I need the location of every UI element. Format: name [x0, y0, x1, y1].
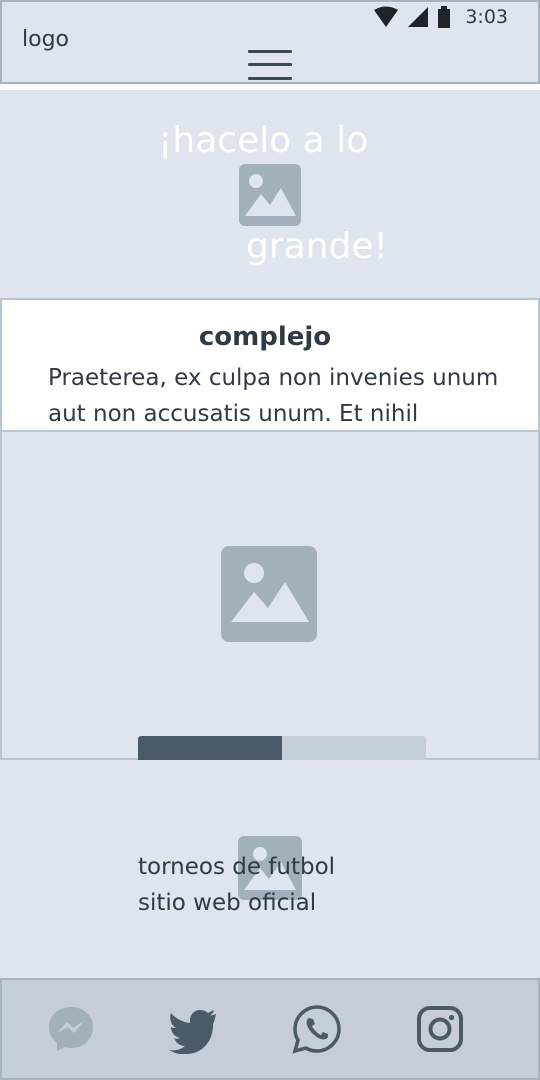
messenger-icon[interactable]: [46, 1004, 96, 1054]
status-bar: 3:03: [373, 6, 508, 28]
card-title: complejo: [198, 322, 332, 352]
card-body: Praeterea, ex culpa non invenies unum au…: [48, 365, 499, 427]
hero-headline-line2: grande!: [246, 226, 388, 267]
image-placeholder-icon: [221, 546, 317, 642]
twitter-icon[interactable]: [168, 1004, 218, 1054]
hero-headline-line1: ¡hacelo a lo: [158, 120, 369, 161]
gallery-progress-bar[interactable]: [138, 736, 426, 760]
signal-icon: [408, 7, 429, 27]
clock: 3:03: [465, 6, 508, 28]
whatsapp-icon[interactable]: [292, 1004, 342, 1054]
info-line-2: sitio web oficial: [138, 890, 317, 916]
battery-icon: [438, 6, 451, 28]
image-placeholder-icon: [239, 164, 301, 226]
info-line-1: torneos de futbol: [138, 854, 336, 880]
wifi-icon: [374, 6, 399, 27]
gallery-progress-fill: [138, 736, 282, 760]
intro-card: complejo Praeterea, ex culpa non invenie…: [0, 300, 540, 430]
logo[interactable]: logo: [22, 27, 69, 52]
instagram-icon[interactable]: [415, 1004, 465, 1054]
hamburger-menu-icon[interactable]: [248, 48, 294, 82]
